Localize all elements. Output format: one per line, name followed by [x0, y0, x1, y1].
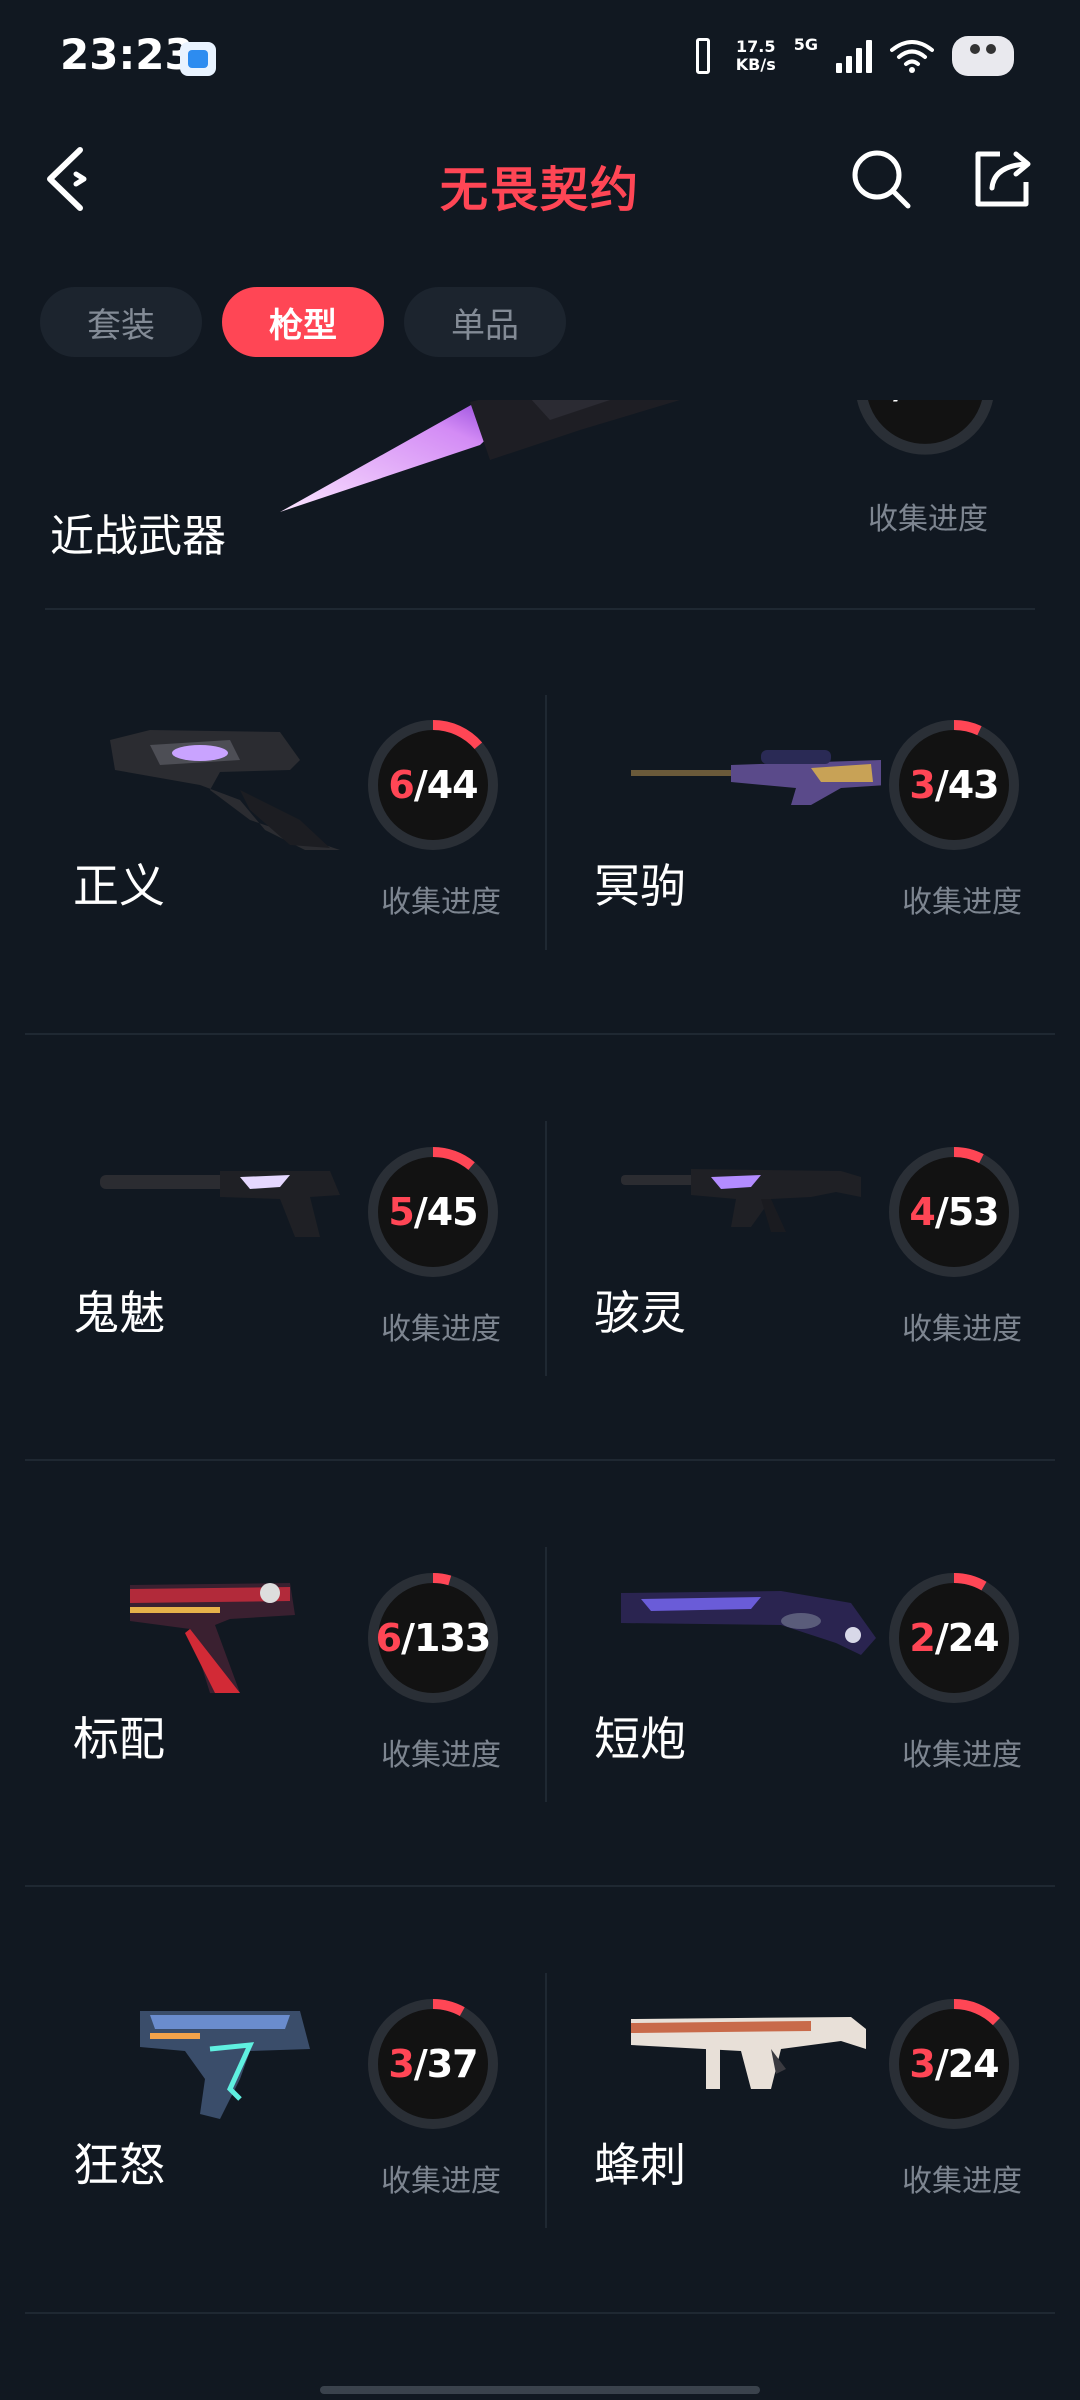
progress-caption: 收集进度 — [902, 1738, 1022, 1773]
weapon-name: 蜂刺 — [594, 2138, 686, 2192]
weapon-card[interactable]: 标配 6/133 收集进度 — [25, 1533, 545, 1933]
collection-progress-ring: 7/124 — [850, 400, 1000, 460]
collection-progress-ring: 6/133 — [363, 1568, 503, 1708]
silenced-pistol-icon — [100, 1171, 340, 1237]
progress-caption: 收集进度 — [868, 502, 988, 537]
search-icon[interactable] — [850, 148, 912, 210]
weapon-list[interactable]: 近战武器 7/124 收集进度 正义 — [0, 400, 1080, 2400]
owned-count: 6 — [388, 763, 414, 807]
revolver-icon — [110, 730, 340, 850]
progress-caption: 收集进度 — [381, 885, 501, 920]
network-speed-value: 17.5 — [736, 37, 776, 56]
classic-pistol-icon — [130, 1583, 295, 1693]
weapon-card[interactable]: 正义 6/44 收集进度 — [25, 680, 545, 1080]
total-count: 44 — [426, 763, 479, 807]
owned-count: 3 — [909, 2042, 935, 2086]
collection-progress-ring: 6/44 — [363, 715, 503, 855]
weapon-card[interactable]: 短炮 2/24 收集进度 — [546, 1533, 1066, 1933]
progress-caption: 收集进度 — [381, 1312, 501, 1347]
weapon-card[interactable]: 蜂刺 3/24 收集进度 — [546, 1959, 1066, 2359]
network-speed-unit: KB/s — [735, 55, 776, 74]
battery-icon — [952, 36, 1014, 76]
progress-caption: 收集进度 — [381, 1738, 501, 1773]
divider — [45, 608, 1035, 610]
total-count: 24 — [947, 1616, 1000, 1660]
category-tabs: 套装 枪型 单品 — [40, 287, 566, 357]
sniper-rifle-icon — [631, 750, 881, 805]
stinger-icon — [631, 2017, 866, 2089]
weapon-card[interactable]: 冥驹 3/43 收集进度 — [546, 680, 1066, 1080]
tab-single-items[interactable]: 单品 — [404, 287, 566, 357]
owned-count: 6 — [375, 1616, 402, 1660]
owned-count: 7 — [868, 400, 894, 407]
melee-weapon-card[interactable]: 近战武器 7/124 收集进度 — [0, 400, 1080, 610]
status-bar: 23:23 17.5 KB/s 5G — [0, 0, 1080, 110]
weapon-name: 冥驹 — [594, 859, 686, 913]
total-count: 133 — [414, 1616, 491, 1660]
status-indicators: 17.5 KB/s 5G — [688, 34, 1014, 78]
collection-progress-ring: 3/43 — [884, 715, 1024, 855]
tab-weapon-types[interactable]: 枪型 — [222, 287, 384, 357]
owned-count: 4 — [909, 1190, 935, 1234]
collection-progress-ring: 2/24 — [884, 1568, 1024, 1708]
total-count: 37 — [426, 2042, 479, 2086]
status-time: 23:23 — [60, 30, 194, 79]
frenzy-icon — [140, 2011, 310, 2119]
signal-icon — [836, 39, 872, 73]
collection-progress-ring: 3/24 — [884, 1994, 1024, 2134]
network-speed: 17.5 KB/s — [736, 38, 776, 74]
weapon-name: 正义 — [73, 859, 165, 913]
tab-bundles[interactable]: 套装 — [40, 287, 202, 357]
vibrate-icon — [688, 36, 718, 76]
collection-progress-ring: 5/45 — [363, 1142, 503, 1282]
progress-caption: 收集进度 — [381, 2164, 501, 2199]
total-count: 24 — [947, 2042, 1000, 2086]
weapon-card[interactable]: 鬼魅 5/45 收集进度 — [25, 1107, 545, 1507]
shorty-icon — [621, 1591, 876, 1655]
collection-progress-ring: 4/53 — [884, 1142, 1024, 1282]
owned-count: 5 — [388, 1190, 414, 1234]
progress-caption: 收集进度 — [902, 2164, 1022, 2199]
wifi-icon — [890, 40, 934, 73]
weapon-name: 狂怒 — [73, 2138, 165, 2192]
page-title: 无畏契约 — [439, 162, 640, 218]
progress-caption: 收集进度 — [902, 885, 1022, 920]
total-count: 124 — [906, 400, 983, 407]
network-type: 5G — [793, 34, 818, 54]
owned-count: 3 — [388, 2042, 414, 2086]
weapon-card[interactable]: 骇灵 4/53 收集进度 — [546, 1107, 1066, 1507]
share-icon[interactable] — [970, 146, 1034, 210]
weapon-name: 短炮 — [594, 1712, 686, 1766]
weapon-name: 骇灵 — [594, 1286, 686, 1340]
melee-knife-icon — [280, 400, 680, 512]
owned-count: 3 — [909, 763, 935, 807]
owned-count: 2 — [909, 1616, 935, 1660]
total-count: 53 — [947, 1190, 1000, 1234]
app-notification-icon — [180, 42, 216, 76]
progress-caption: 收集进度 — [902, 1312, 1022, 1347]
smg-icon — [621, 1169, 861, 1232]
weapon-name: 近战武器 — [50, 511, 226, 562]
total-count: 43 — [947, 763, 1000, 807]
total-count: 45 — [426, 1190, 479, 1234]
weapon-card[interactable]: 狂怒 3/37 收集进度 — [25, 1959, 545, 2359]
home-indicator[interactable] — [320, 2386, 760, 2394]
collection-progress-ring: 3/37 — [363, 1994, 503, 2134]
app-header: 无畏契约 — [0, 130, 1080, 230]
weapon-name: 标配 — [73, 1712, 165, 1766]
weapon-name: 鬼魅 — [73, 1286, 165, 1340]
